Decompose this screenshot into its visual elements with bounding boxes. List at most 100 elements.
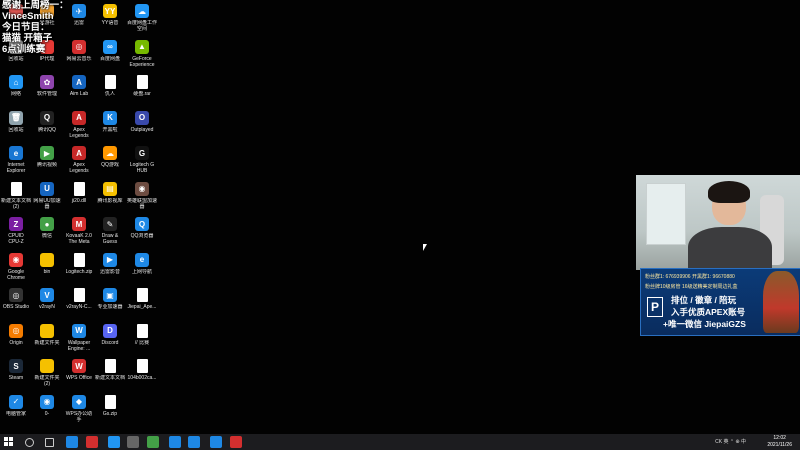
qq-game-icon: ☁ [103,146,117,160]
desktop-icon-network[interactable]: ⌂ 网络 [1,75,31,97]
desktop-icon-label: bin [43,268,51,275]
desktop-icon-label: Discord [101,339,119,346]
promo-banner: 粉丝群1: 676939906 开黑群1: 96670880 粉丝牌10级房管 … [640,268,800,336]
desktop-icon-v2rayn[interactable]: Vv2rayN [32,288,62,310]
desktop-icon-accel[interactable]: ▣ 专业加速器 [95,288,125,310]
taskbar-search-icon[interactable] [25,438,34,447]
desktop-icon-wallpaper[interactable]: W Wallpaper Engine: ... [64,323,94,352]
desktop-icon-jiepai-file[interactable]: Jiepai_Ape... [127,288,157,310]
desktop-icon-qq-game[interactable]: ☁ QQ游戏 [95,146,125,168]
desktop-icon-chrome[interactable]: ◉ Google Chrome [1,252,31,281]
desktop-icon-wps-helper[interactable]: ◆ WPS办公助 手 [64,394,94,423]
desktop-icon-tencent-video[interactable]: ▶ 腾讯视频 [32,146,62,168]
desktop-icon-label: CPUID CPU-Z [8,233,24,245]
desktop-icon-logitech-zip[interactable]: Logitech.zip [64,252,94,275]
desktop-icon-label: QQ游戏 [101,162,119,168]
desktop-icon-label: QQ浏览器 [130,233,154,239]
windows-start-icon[interactable] [4,437,14,447]
desktop-icon-label: 电脑管家 [5,410,26,417]
desktop-icon-apex2[interactable]: A Apex Legends [64,146,94,174]
desktop-icon-label: IP代理 [39,55,55,62]
desktop-icon-file-0[interactable]: ◉ 0- [32,394,62,417]
wechat-icon: ● [40,217,54,231]
desktop-icon-xunlei-player[interactable]: ▶ 迅雷影音 [95,252,125,275]
taskbar-task-view-icon[interactable] [45,438,54,447]
taskbar-edge-icon[interactable] [66,436,78,448]
taskbar-xunlei-icon[interactable] [169,436,181,448]
desktop-icon-match-file[interactable]: // 比赛 [127,323,157,346]
desktop-icon-bin-folder[interactable]: bin [32,252,62,275]
desktop-icon-lol-accel[interactable]: ◉ 英雄联盟加速器 [127,181,157,210]
desktop-icon-label: 微信 [41,233,52,239]
desktop-icon-steam[interactable]: S Steam [1,359,31,381]
desktop-icon-origin[interactable]: ◎ Origin [1,323,31,346]
gs-zip-icon [104,394,116,409]
desktop-icon-apex1[interactable]: A Apex Legends [64,110,94,139]
chrome-icon: ◉ [9,252,23,267]
webcam-feed [636,175,800,270]
desktop-icon-ie[interactable]: e Internet Explorer [1,146,31,174]
taskbar-obs-icon[interactable] [127,436,139,448]
desktop-icon-wps[interactable]: W WPS Office [64,359,94,381]
desktop-icon-outplayed[interactable]: O Outplayed [127,110,157,133]
desktop-icon-wechat[interactable]: ● 微信 [32,217,62,239]
file-rar-icon [136,75,148,89]
taskbar-netease-icon[interactable] [230,436,242,448]
mouse-cursor-icon [423,244,430,251]
desktop-icon-baidu-workspace[interactable]: ☁ 百度网盘工作 空间 [127,4,157,32]
taskbar-tencent-video-icon[interactable] [147,436,159,448]
desktop-icon-qq-browser[interactable]: Q QQ浏览器 [127,217,157,239]
overlay-line: 感谢上周榜一： [2,0,69,11]
desktop-icon-new-text-2[interactable]: 新建文本文档 (2) [1,181,31,210]
desktop-icon-recycle-bin[interactable]: 🗑 回收站 [1,110,31,133]
desktop-icon-aimlab[interactable]: A Aim Lab [64,75,94,97]
desktop-icon-label: 仇人 [104,91,115,97]
clock[interactable]: 12:02 2021/11/26 [767,435,792,449]
desktop-icon-hash-file[interactable]: 104b002ca... [127,359,157,381]
desktop-icon-label: WPS办公助 手 [65,410,93,423]
desktop-icon-baidu-netdisk[interactable]: ∞ 百度网盘 [95,39,125,62]
desktop-icon-uu[interactable]: U 网易UU加速器 [32,181,62,210]
overlay-line: 猫猫 开箱子 [2,33,53,44]
desktop[interactable]: 米游社 ✈ 迅雷 YY YY语音 ☁ 百度网盘工作 空间 回收站 IP代理 ◎ 网易云音乐 ∞ 百度网盘… [0,0,800,434]
desktop-icon-kaiheila[interactable]: K 开黑啦 [95,110,125,133]
desktop-icon-pc-manager[interactable]: ✓ 电脑管家 [1,394,31,417]
qq-browser-icon: Q [135,217,149,231]
desktop-icon-kovaak[interactable]: M KovaaK 2.0 The Meta [64,217,94,245]
tencent-video-icon: ▶ [40,146,54,160]
desktop-icon-tencent-lib[interactable]: ▤ 腾讯影视库 [95,181,125,204]
desktop-icon-new-folder-2[interactable]: 新建文件夹 (2) [32,359,62,387]
desktop-icon-label: 上网导航 [131,268,152,275]
desktop-icon-gs-zip[interactable]: Gs.zip [95,394,125,417]
taskbar-record-icon[interactable] [86,436,98,448]
taskbar-wechat-icon[interactable] [210,436,222,448]
apex2-icon: A [72,146,86,160]
desktop-icon-software-manager[interactable]: ✿ 软件管理 [32,75,62,97]
desktop-icon-label: 新建文件夹 (2) [34,375,60,387]
desktop-icon-new-folder[interactable]: 新建文件夹 [32,323,62,346]
desktop-icon-file-chouren[interactable]: 仇人 [95,75,125,97]
desktop-icon-new-text[interactable]: 新建文本文档 [95,359,125,381]
desktop-icon-yy[interactable]: YY YY语音 [95,4,125,26]
desktop-icon-v2rayn-c[interactable]: v2rayN-C... [64,288,94,310]
desktop-icon-cpuz[interactable]: Z CPUID CPU-Z [1,217,31,245]
desktop-icon-file-rar[interactable]: 硬盘.rar [127,75,157,97]
lol-accel-icon: ◉ [135,181,149,196]
taskbar-qq-browser-icon[interactable] [108,436,120,448]
desktop-icon-discord[interactable]: D Discord [95,323,125,346]
desktop-icon-nav[interactable]: e 上网导航 [127,252,157,275]
tray-status-text[interactable]: CK 英 ⌃ ⊕ 中 [715,438,746,445]
desktop-icon-label: 腾讯影视库 [97,197,123,204]
desktop-icon-geforce[interactable]: ▲ GeForce Experience [127,39,157,68]
taskbar: CK 英 ⌃ ⊕ 中 12:02 2021/11/26 [0,434,800,450]
desktop-icon-label: WPS Office [66,375,92,381]
cpuz-icon: Z [9,217,23,231]
desktop-icon-draw-guess[interactable]: ✎ Draw & Guess [95,217,125,245]
desktop-icon-qq[interactable]: Q 腾讯QQ [32,110,62,133]
aimlab-icon: A [72,75,86,89]
desktop-icon-obs[interactable]: ◎ OBS Studio [1,288,31,310]
desktop-icon-label: Apex Legends [69,126,89,139]
desktop-icon-dll[interactable]: ji20.dll [64,181,94,204]
taskbar-kaiheila-icon[interactable] [188,436,200,448]
desktop-icon-ghub[interactable]: G Logitech G HUB [127,146,157,174]
